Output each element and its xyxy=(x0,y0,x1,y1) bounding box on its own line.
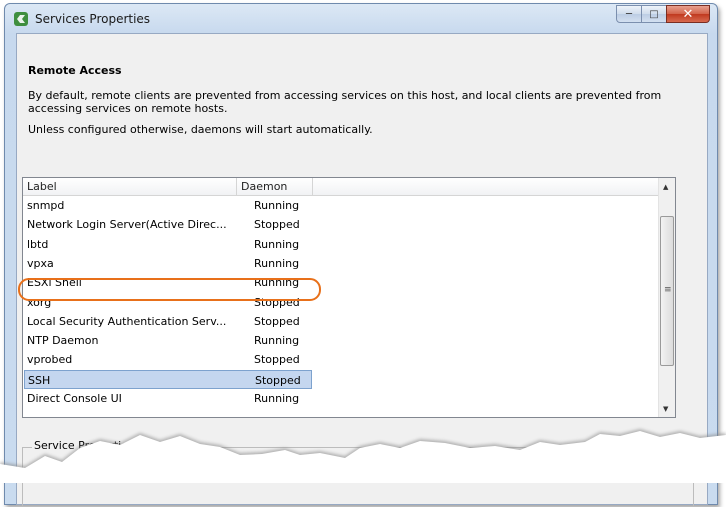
cell-daemon: Stopped xyxy=(254,353,300,367)
cell-label: lbtd xyxy=(27,237,49,251)
table-row[interactable]: Local Security Authentication Serv... Sto… xyxy=(23,312,314,331)
cell-label: vprobed xyxy=(27,353,73,367)
description-line: Unless configured otherwise, daemons wil… xyxy=(28,123,373,136)
minimize-icon: ─ xyxy=(625,8,633,20)
table-row[interactable]: Direct Console UI Running xyxy=(23,389,314,408)
close-button[interactable]: ✕ xyxy=(666,5,710,23)
maximize-icon: □ xyxy=(649,8,659,20)
table-row[interactable]: SSH Stopped xyxy=(24,369,312,389)
description-line: accessing services on remote hosts. xyxy=(28,102,228,115)
cell-label: Local Security Authentication Serv... xyxy=(27,314,227,328)
section-title: Remote Access xyxy=(28,64,122,77)
column-header-label[interactable]: Label xyxy=(23,178,237,195)
cell-daemon: Running xyxy=(254,334,300,348)
table-row[interactable]: Network Login Server(Active Direc... Stop… xyxy=(23,215,314,234)
cell-daemon: Stopped xyxy=(255,373,301,387)
table-header: Label Daemon xyxy=(23,178,659,196)
table-row[interactable]: NTP Daemon Running xyxy=(23,331,314,350)
vsphere-app-icon xyxy=(14,12,28,26)
table-row[interactable]: vpxa Running xyxy=(23,254,314,273)
cell-daemon: Running xyxy=(254,237,300,251)
cell-label: NTP Daemon xyxy=(27,334,99,348)
cell-daemon: Running xyxy=(254,256,300,270)
torn-edge xyxy=(0,429,726,483)
cell-label: Direct Console UI xyxy=(27,392,122,405)
cell-daemon: Stopped xyxy=(254,218,300,232)
cell-daemon: Running xyxy=(254,392,300,405)
cell-label: SSH xyxy=(28,373,51,387)
cell-label: snmpd xyxy=(27,199,65,212)
maximize-button[interactable]: □ xyxy=(641,5,667,23)
vertical-scrollbar[interactable]: ▲ ≡ ▼ xyxy=(658,178,675,417)
description-line: By default, remote clients are prevented… xyxy=(28,89,662,102)
close-icon: ✕ xyxy=(682,6,694,22)
title-bar: Services Properties ─ □ ✕ xyxy=(5,4,717,34)
minimize-button[interactable]: ─ xyxy=(616,5,642,23)
cell-daemon: Running xyxy=(254,199,300,212)
cell-daemon: Stopped xyxy=(254,314,300,328)
grip-icon: ≡ xyxy=(664,285,672,295)
scrollbar-thumb[interactable]: ≡ xyxy=(660,216,674,366)
table-row[interactable]: snmpd Running xyxy=(23,196,314,215)
table-row[interactable]: lbtd Running xyxy=(23,235,314,254)
cell-label: Network Login Server(Active Direc... xyxy=(27,218,227,232)
column-header-daemon[interactable]: Daemon xyxy=(237,178,313,195)
esxi-shell-highlight xyxy=(18,278,321,301)
table-row[interactable]: vprobed Stopped xyxy=(23,350,314,369)
scroll-up-icon[interactable]: ▲ xyxy=(663,183,668,191)
cell-label: vpxa xyxy=(27,256,54,270)
window-title: Services Properties xyxy=(35,12,151,26)
